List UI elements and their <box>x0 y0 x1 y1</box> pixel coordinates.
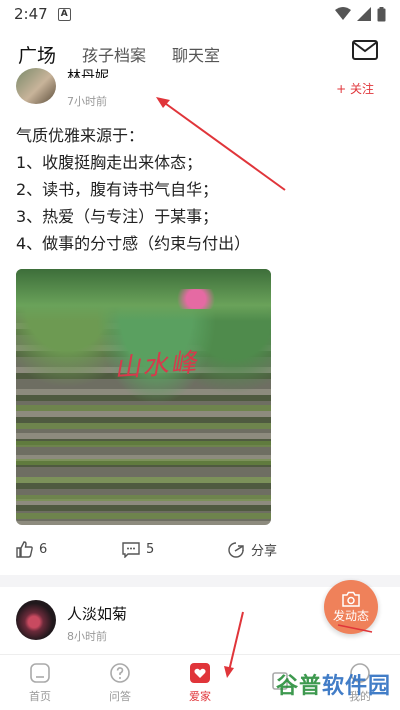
thumbs-up-icon <box>16 541 33 558</box>
post-content[interactable]: 气质优雅来源于： 1、收腹挺胸走出来体态； 2、读书，腹有诗书气自华； 3、热爱… <box>16 122 250 257</box>
nav-love-home[interactable]: 爱家 <box>160 655 240 710</box>
post-line: 2、读书，腹有诗书气自华； <box>16 180 219 199</box>
nav-qa[interactable]: 问答 <box>80 655 160 710</box>
share-label: 分享 <box>251 544 278 559</box>
watermark-logo: 谷普软件园 <box>276 668 391 700</box>
battery-icon <box>377 6 386 21</box>
post-line: 3、热爱（与专注）于某事； <box>16 207 219 226</box>
tab-chatroom[interactable]: 聊天室 <box>172 42 220 66</box>
post-username[interactable]: 林丹妮 <box>67 66 109 78</box>
signal-icon <box>357 7 371 21</box>
avatar[interactable] <box>16 68 56 104</box>
post-line: 4、做事的分寸感（约束与付出） <box>16 234 251 253</box>
nav-home[interactable]: 首页 <box>0 655 80 710</box>
post-line: 1、收腹挺胸走出来体态； <box>16 153 203 172</box>
tab-square[interactable]: 广场 <box>18 41 56 68</box>
like-button[interactable]: 6 <box>16 541 122 558</box>
tab-child-archive[interactable]: 孩子档案 <box>82 42 146 66</box>
post-photo[interactable]: 山水峰 <box>16 269 271 525</box>
photo-carved-text: 山水峰 <box>113 348 200 384</box>
post-username[interactable]: 人淡如菊 <box>67 603 127 624</box>
camera-icon <box>342 591 360 607</box>
photo-moss <box>16 405 271 525</box>
wifi-icon <box>335 7 351 20</box>
comment-count: 5 <box>146 542 155 557</box>
photo-flowers <box>166 289 226 309</box>
notification-a-icon: A <box>57 7 71 21</box>
home-icon <box>29 662 51 684</box>
fab-label: 发动态 <box>332 608 369 623</box>
share-button[interactable]: 分享 <box>227 540 277 559</box>
watermark-part2: 软件园 <box>322 674 392 699</box>
avatar[interactable] <box>16 600 56 640</box>
share-icon <box>228 542 244 558</box>
post-time: 7小时前 <box>67 95 107 108</box>
comment-icon <box>122 541 140 558</box>
question-icon <box>109 662 131 684</box>
nav-home-label: 首页 <box>29 689 51 703</box>
post-line: 气质优雅来源于： <box>16 126 145 145</box>
heart-icon <box>189 662 211 684</box>
follow-button[interactable]: + 关注 <box>336 80 374 97</box>
post-time: 8小时前 <box>67 630 107 643</box>
watermark-part1: 谷普 <box>276 674 323 699</box>
mail-icon[interactable] <box>352 40 378 60</box>
status-time: 2:47 <box>14 5 48 23</box>
status-bar: 2:47 A <box>0 0 400 28</box>
nav-love-home-label: 爱家 <box>189 689 211 703</box>
comment-button[interactable]: 5 <box>122 541 227 558</box>
photo-foliage <box>16 269 271 321</box>
post-dynamic-button[interactable]: 发动态 <box>324 580 378 634</box>
like-count: 6 <box>39 542 48 557</box>
post-actions: 6 5 分享 <box>16 540 386 559</box>
top-tabs: 广场 孩子档案 聊天室 <box>0 36 400 72</box>
nav-qa-label: 问答 <box>109 689 131 703</box>
